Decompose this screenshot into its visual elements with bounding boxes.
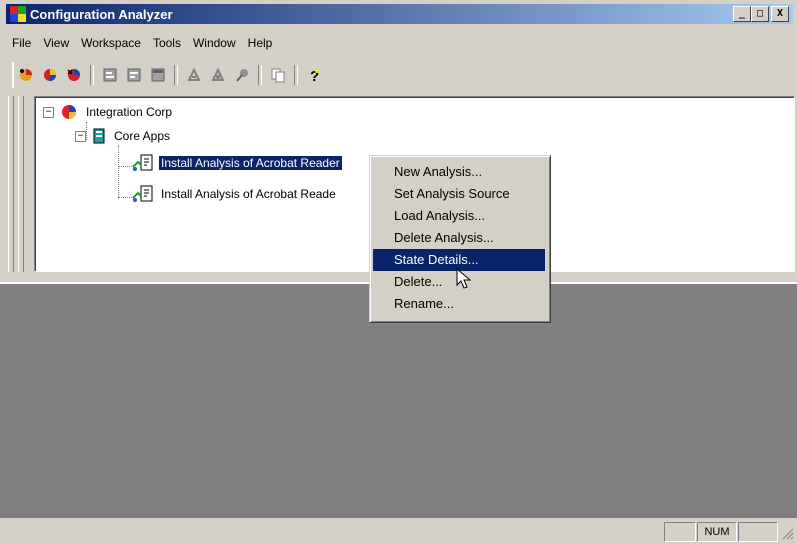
server-icon xyxy=(93,128,105,144)
menu-tools[interactable]: Tools xyxy=(147,34,187,52)
resize-grip-icon[interactable] xyxy=(780,526,794,540)
toolbar: ? xyxy=(12,62,394,88)
app-icon xyxy=(10,6,26,22)
copy-icon[interactable] xyxy=(269,66,287,84)
application-window: Configuration Analyzer _ □ X File View W… xyxy=(0,0,797,544)
menu-item-load-analysis[interactable]: Load Analysis... xyxy=(373,205,545,227)
menu-file[interactable]: File xyxy=(6,34,37,52)
tree-node-group[interactable]: − Core Apps xyxy=(75,127,172,145)
pie-delete-icon[interactable] xyxy=(65,66,83,84)
tree-label-group: Core Apps xyxy=(114,129,171,143)
organization-icon xyxy=(62,105,76,119)
menu-view[interactable]: View xyxy=(37,34,75,52)
properties2-icon[interactable] xyxy=(125,66,143,84)
tree-label-root: Integration Corp xyxy=(86,105,173,119)
splitter-handle[interactable] xyxy=(18,96,24,272)
tree-label-analysis-selected: Install Analysis of Acrobat Reader xyxy=(158,155,343,171)
context-menu: New Analysis... Set Analysis Source Load… xyxy=(369,155,551,323)
menu-help[interactable]: Help xyxy=(242,34,279,52)
help-icon[interactable]: ? xyxy=(305,66,323,84)
menu-item-set-analysis-source[interactable]: Set Analysis Source xyxy=(373,183,545,205)
close-button[interactable]: X xyxy=(771,6,789,22)
tool-a-icon[interactable] xyxy=(185,66,203,84)
menu-item-new-analysis[interactable]: New Analysis... xyxy=(373,161,545,183)
minimize-button[interactable]: _ xyxy=(733,6,751,22)
tree-node-root[interactable]: − Integration Corp xyxy=(43,103,174,121)
status-cell xyxy=(664,522,696,542)
splitter-handle[interactable] xyxy=(8,96,14,272)
status-cell xyxy=(738,522,778,542)
restore-button[interactable]: □ xyxy=(751,6,769,22)
tool-c-icon[interactable] xyxy=(233,66,251,84)
menu-window[interactable]: Window xyxy=(187,34,242,52)
menu-bar: File View Workspace Tools Window Help xyxy=(6,34,278,52)
tree-node-analysis[interactable]: Install Analysis of Acrobat Reader xyxy=(131,154,343,172)
toolbar-separator xyxy=(174,65,178,85)
title-bar[interactable]: Configuration Analyzer _ □ X xyxy=(6,4,793,24)
menu-item-delete-analysis[interactable]: Delete Analysis... xyxy=(373,227,545,249)
toolbar-separator xyxy=(90,65,94,85)
status-num: NUM xyxy=(697,522,737,542)
toolbar-separator xyxy=(294,65,298,85)
status-bar: NUM xyxy=(0,518,797,544)
tool-b-icon[interactable] xyxy=(209,66,227,84)
analysis-new-icon[interactable] xyxy=(17,66,35,84)
pie-chart-icon[interactable] xyxy=(41,66,59,84)
analysis-icon xyxy=(132,154,153,171)
properties-icon[interactable] xyxy=(101,66,119,84)
analysis-icon xyxy=(132,185,153,202)
window-title: Configuration Analyzer xyxy=(30,6,173,22)
tree-node-analysis[interactable]: Install Analysis of Acrobat Reade xyxy=(131,185,338,203)
menu-item-rename[interactable]: Rename... xyxy=(373,293,545,315)
collapse-icon[interactable]: − xyxy=(43,106,54,118)
mouse-cursor-icon xyxy=(456,268,472,289)
tree-label-analysis: Install Analysis of Acrobat Reade xyxy=(161,187,336,201)
collapse-icon[interactable]: − xyxy=(75,130,86,142)
tree-connector xyxy=(118,145,119,197)
window-icon[interactable] xyxy=(149,66,167,84)
menu-workspace[interactable]: Workspace xyxy=(75,34,147,52)
toolbar-separator xyxy=(258,65,262,85)
